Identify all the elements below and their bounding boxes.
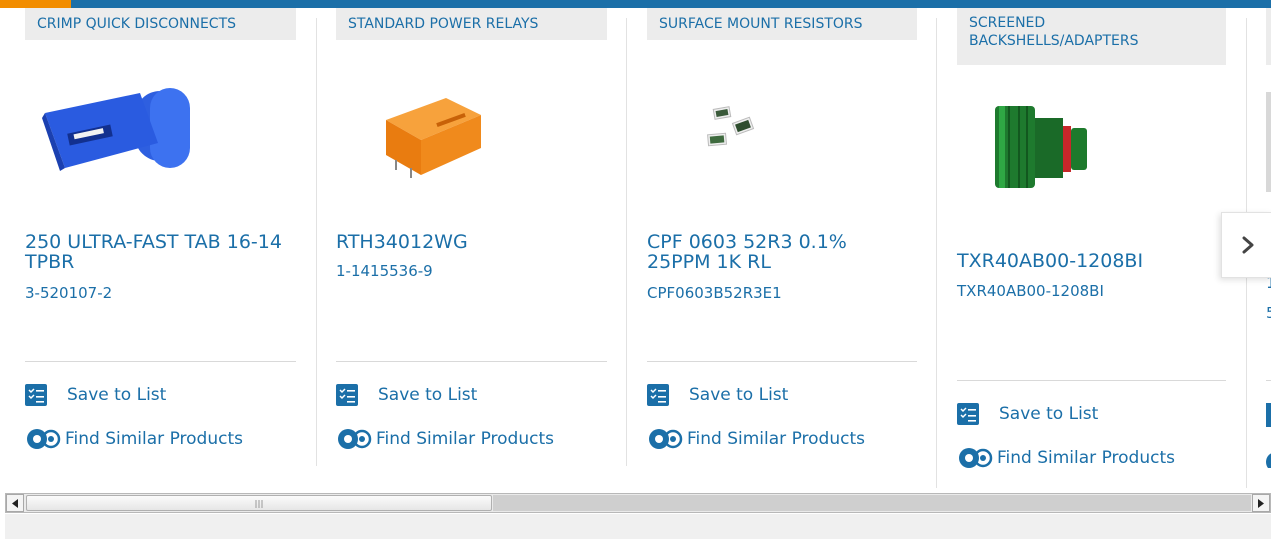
scroll-left-button[interactable] xyxy=(6,494,24,512)
category-tag[interactable]: STANDARD POWER RELAYS xyxy=(336,8,607,40)
product-title[interactable]: RTH34012WG xyxy=(336,232,468,252)
save-to-list-button[interactable]: Save to List xyxy=(336,384,477,406)
card-separator xyxy=(647,361,917,362)
horizontal-scrollbar[interactable] xyxy=(5,493,1271,513)
checklist-icon xyxy=(25,384,47,406)
card-separator xyxy=(957,380,1226,381)
product-image[interactable] xyxy=(702,104,762,154)
find-similar-products-button[interactable]: Find Similar Products xyxy=(25,426,243,452)
part-number[interactable]: 3-520107-2 xyxy=(25,284,112,302)
checklist-icon xyxy=(647,384,669,406)
card-divider xyxy=(316,18,317,466)
product-title[interactable]: 250 ULTRA-FAST TAB 16-14 TPBR xyxy=(25,232,285,272)
product-image[interactable] xyxy=(376,90,486,180)
part-number[interactable]: CPF0603B52R3E1 xyxy=(647,284,782,302)
product-title[interactable]: CPF 0603 52R3 0.1% 25PPM 1K RL xyxy=(647,232,887,272)
save-to-list-label: Save to List xyxy=(689,385,789,405)
accent-blue-segment xyxy=(71,0,1271,8)
product-card: SURFACE MOUNT RESISTORS CPF 0603 52R3 0.… xyxy=(647,8,919,468)
arrow-right-icon xyxy=(1258,498,1264,508)
scrollbar-thumb[interactable] xyxy=(26,495,492,511)
product-card: STANDARD POWER RELAYS RTH34012WG 1-14155… xyxy=(336,8,608,468)
product-image[interactable] xyxy=(40,83,200,178)
save-to-list-label: Save to List xyxy=(999,404,1099,424)
accent-orange-segment xyxy=(0,0,71,8)
chevron-right-icon xyxy=(1242,236,1253,254)
top-accent-bar xyxy=(0,0,1271,8)
find-similar-label: Find Similar Products xyxy=(376,429,554,449)
find-similar-products-button[interactable]: Find Similar Products xyxy=(957,445,1175,471)
gears-icon xyxy=(959,448,993,468)
find-similar-products-button[interactable]: Find Similar Products xyxy=(647,426,865,452)
carousel-next-button[interactable] xyxy=(1221,212,1271,278)
save-to-list-label: Save to List xyxy=(378,385,478,405)
product-title[interactable]: TXR40AB00-1208BI xyxy=(957,251,1143,271)
category-tag[interactable]: SURFACE MOUNT RESISTORS xyxy=(647,8,917,40)
card-separator xyxy=(336,361,607,362)
gears-icon xyxy=(1266,452,1271,468)
arrow-left-icon xyxy=(12,498,18,508)
find-similar-products-button[interactable]: Find Similar Products xyxy=(336,426,554,452)
category-tag[interactable]: CRIMP QUICK DISCONNECTS xyxy=(25,8,296,40)
checklist-icon xyxy=(336,384,358,406)
card-separator xyxy=(1266,380,1271,381)
gears-icon xyxy=(649,429,683,449)
part-number-fragment[interactable]: 5 xyxy=(1266,304,1271,322)
grip-icon xyxy=(255,500,263,508)
find-similar-label: Find Similar Products xyxy=(997,448,1175,468)
card-divider xyxy=(626,18,627,466)
card-separator xyxy=(25,361,296,362)
product-image[interactable] xyxy=(987,96,1097,196)
save-to-list-button[interactable]: Save to List xyxy=(957,403,1098,425)
save-to-list-label: Save to List xyxy=(67,385,167,405)
scrollbar-track[interactable] xyxy=(493,495,1251,511)
product-carousel: CRIMP QUICK DISCONNECTS 250 ULTRA-FAST T… xyxy=(0,8,1271,488)
find-similar-label: Find Similar Products xyxy=(687,429,865,449)
save-to-list-button[interactable]: Save to List xyxy=(25,384,166,406)
category-tag[interactable]: SCREENED BACKSHELLS/ADAPTERS xyxy=(957,8,1226,65)
find-similar-label: Find Similar Products xyxy=(65,429,243,449)
part-number[interactable]: TXR40AB00-1208BI xyxy=(957,282,1104,300)
product-card: CRIMP QUICK DISCONNECTS 250 ULTRA-FAST T… xyxy=(25,8,297,468)
checklist-icon xyxy=(1266,403,1271,427)
product-card: SCREENED BACKSHELLS/ADAPTERS TXR40AB00-1… xyxy=(957,8,1229,488)
save-to-list-button[interactable]: Save to List xyxy=(647,384,788,406)
product-image xyxy=(1266,92,1271,192)
gears-icon xyxy=(338,429,372,449)
footer-bar xyxy=(5,514,1271,539)
gears-icon xyxy=(27,429,61,449)
checklist-icon xyxy=(957,403,979,425)
category-tag xyxy=(1266,8,1271,65)
scroll-right-button[interactable] xyxy=(1252,494,1270,512)
card-divider xyxy=(936,18,937,488)
part-number[interactable]: 1-1415536-9 xyxy=(336,262,433,280)
